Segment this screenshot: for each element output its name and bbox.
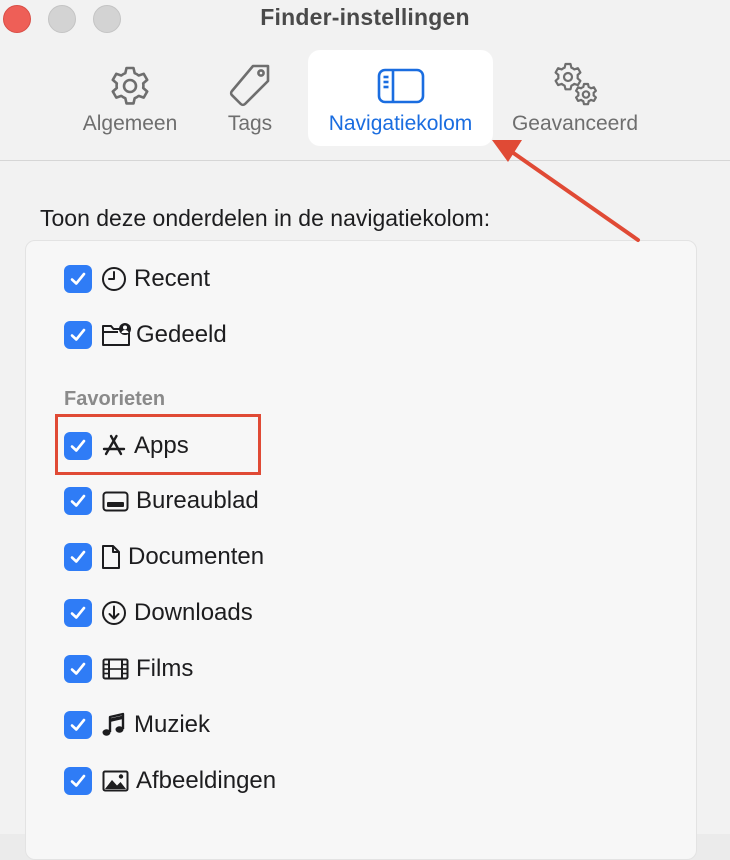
list-item-apps: Apps: [64, 429, 189, 463]
photo-icon: [102, 770, 129, 792]
film-icon: [102, 658, 129, 680]
item-label: Documenten: [128, 543, 265, 570]
list-item-desktop: Bureaublad: [64, 484, 259, 518]
finder-settings-window: Finder-instellingen Algemeen Tags Naviga…: [0, 0, 730, 860]
checkmark-icon: [70, 662, 86, 675]
favorites-section-label: Favorieten: [64, 388, 166, 410]
toolbar: Finder-instellingen Algemeen Tags Naviga…: [0, 0, 730, 161]
desktop-checkbox[interactable]: [64, 487, 92, 515]
sidebar-icon: [377, 68, 424, 104]
list-item-documents: Documenten: [64, 540, 264, 574]
recent-checkbox[interactable]: [64, 265, 92, 293]
apps-checkbox[interactable]: [64, 432, 92, 460]
list-item-music: Muziek: [64, 708, 210, 742]
tag-icon: [229, 64, 270, 107]
shared-folder-icon: [102, 323, 131, 346]
gear-icon: [111, 66, 149, 105]
pictures-checkbox[interactable]: [64, 767, 92, 795]
tab-sidebar[interactable]: Navigatiekolom: [308, 50, 493, 146]
list-item-downloads: Downloads: [64, 596, 253, 630]
checkmark-icon: [70, 774, 86, 787]
item-label: Gedeeld: [136, 321, 227, 348]
download-icon: [102, 601, 126, 625]
item-label: Apps: [134, 432, 189, 459]
tab-advanced[interactable]: Geavanceerd: [500, 50, 650, 146]
tab-label: Algemeen: [82, 112, 178, 135]
documents-checkbox[interactable]: [64, 543, 92, 571]
music-checkbox[interactable]: [64, 711, 92, 739]
tab-label: Tags: [227, 112, 273, 135]
checkmark-icon: [70, 606, 86, 619]
list-item-shared: Gedeeld: [64, 318, 227, 352]
checkmark-icon: [70, 494, 86, 507]
downloads-checkbox[interactable]: [64, 599, 92, 627]
item-label: Bureaublad: [136, 487, 259, 514]
item-label: Downloads: [134, 599, 253, 626]
tab-tags[interactable]: Tags: [212, 50, 288, 146]
gears-icon: [554, 62, 597, 106]
tab-general[interactable]: Algemeen: [70, 50, 190, 146]
app-store-icon: [102, 434, 126, 456]
list-item-movies: Films: [64, 652, 193, 686]
checkmark-icon: [70, 718, 86, 731]
movies-checkbox[interactable]: [64, 655, 92, 683]
checkmark-icon: [70, 550, 86, 563]
list-item-pictures: Afbeeldingen: [64, 764, 276, 798]
shared-checkbox[interactable]: [64, 321, 92, 349]
tab-label: Navigatiekolom: [328, 112, 473, 135]
clock-icon: [102, 267, 126, 291]
window-title: Finder-instellingen: [260, 4, 470, 30]
item-label: Afbeeldingen: [136, 767, 277, 794]
checkmark-icon: [70, 328, 86, 341]
tab-label: Geavanceerd: [511, 112, 639, 135]
checkmark-icon: [70, 272, 86, 285]
checkmark-icon: [70, 439, 86, 452]
music-note-icon: [102, 712, 125, 736]
section-heading: Toon deze onderdelen in de navigatiekolo…: [40, 205, 491, 231]
item-label: Recent: [134, 265, 211, 292]
item-label: Films: [136, 655, 194, 682]
item-label: Muziek: [134, 711, 211, 738]
desktop-icon: [102, 491, 129, 512]
list-item-recent: Recent: [64, 262, 210, 296]
document-icon: [102, 545, 120, 569]
